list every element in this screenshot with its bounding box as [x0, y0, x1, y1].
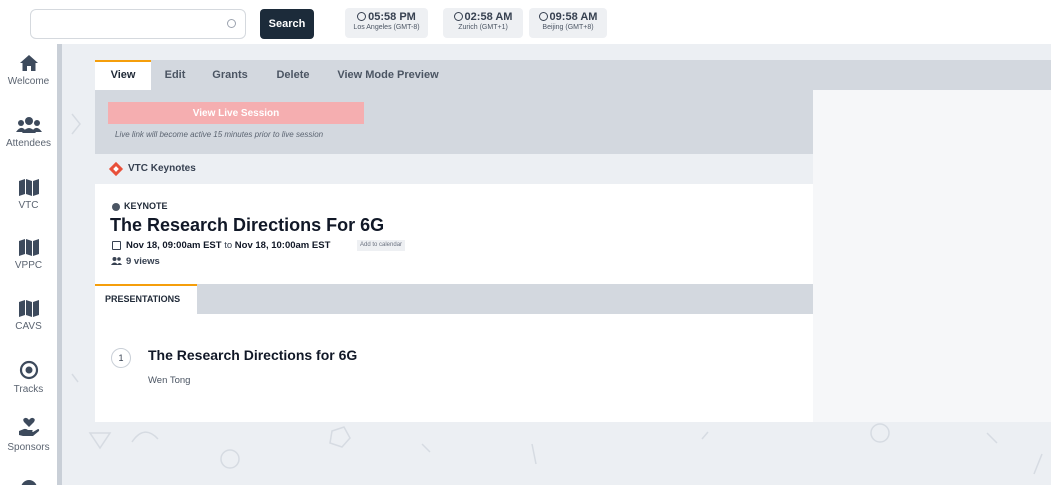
session-type: KEYNOTE	[124, 201, 168, 211]
session-views: 9 views	[126, 256, 160, 267]
presentations-tab-bar: PRESENTATIONS	[95, 284, 813, 314]
clock-beijing: 09:58 AM Beijing (GMT+8)	[529, 8, 607, 38]
clear-icon[interactable]	[227, 19, 236, 28]
track-row[interactable]: VTC Keynotes	[95, 154, 813, 184]
view-live-session-button[interactable]: View Live Session	[108, 102, 364, 124]
sidebar-item-vtc[interactable]: VTC	[0, 178, 57, 211]
sidebar-item-label: Sponsors	[7, 442, 50, 453]
sidebar-item-welcome[interactable]: Welcome	[0, 54, 57, 87]
clock-icon	[538, 12, 548, 21]
sidebar-item-sponsors[interactable]: Sponsors	[0, 416, 57, 453]
users-icon	[111, 257, 122, 265]
home-icon	[19, 55, 38, 71]
calendar-icon	[112, 241, 121, 250]
live-session-area: View Live Session Live link will become …	[95, 90, 813, 154]
sidebar-item-cavs[interactable]: CAVS	[0, 299, 57, 332]
clock-icon	[357, 12, 367, 21]
search-input[interactable]	[31, 10, 211, 38]
diamond-icon	[108, 161, 124, 177]
target-icon	[19, 360, 38, 380]
live-note: Live link will become active 15 minutes …	[115, 130, 324, 139]
tab-bar: View Edit Grants Delete View Mode Previe…	[95, 60, 1051, 90]
tab-view-mode-preview[interactable]: View Mode Preview	[331, 60, 445, 90]
clock-time: 02:58 AM	[464, 11, 513, 23]
map-icon	[18, 179, 39, 196]
top-bar: Search 05:58 PM Los Angeles (GMT-8) 02:5…	[0, 0, 1051, 44]
session-end: Nov 18, 10:00am EST	[234, 240, 331, 251]
sidebar-item-vppc[interactable]: VPPC	[0, 238, 57, 271]
presentations-list: 1 The Research Directions for 6G Wen Ton…	[95, 314, 813, 422]
users-icon	[15, 117, 42, 133]
sidebar-item-label: Tracks	[13, 384, 44, 395]
clock-time: 09:58 AM	[549, 11, 598, 23]
session-header: KEYNOTE The Research Directions For 6G N…	[95, 184, 813, 284]
search-button[interactable]: Search	[260, 9, 314, 39]
track-name[interactable]: VTC Keynotes	[128, 163, 196, 174]
hand-heart-icon	[18, 417, 39, 436]
tab-delete[interactable]: Delete	[265, 60, 321, 90]
presentation-author[interactable]: Wen Tong	[148, 375, 190, 386]
clock-los-angeles: 05:58 PM Los Angeles (GMT-8)	[345, 8, 428, 38]
sidebar-item-label: CAVS	[15, 321, 42, 332]
clock-icon	[453, 12, 463, 21]
map-icon	[18, 239, 39, 256]
date-separator: to	[224, 240, 233, 251]
sidebar: Welcome Attendees VTC VPPC CAVS Tracks S…	[0, 44, 62, 485]
tab-presentations[interactable]: PRESENTATIONS	[95, 284, 197, 314]
tab-view[interactable]: View	[95, 60, 151, 90]
clock-zone: Zurich (GMT+1)	[458, 24, 508, 31]
sidebar-item-label: Attendees	[5, 138, 52, 149]
sidebar-item-tracks[interactable]: Tracks	[0, 360, 57, 395]
sidebar-item-label: Welcome	[7, 76, 50, 87]
session-start: Nov 18, 09:00am EST	[126, 240, 222, 251]
main-content: View Edit Grants Delete View Mode Previe…	[62, 44, 1051, 485]
clock-zone: Los Angeles (GMT-8)	[353, 24, 420, 31]
clock-zone: Beijing (GMT+8)	[542, 24, 594, 31]
sidebar-item-attendees[interactable]: Attendees	[0, 116, 57, 149]
session-title: The Research Directions For 6G	[110, 215, 385, 235]
tab-edit[interactable]: Edit	[155, 60, 195, 90]
sidebar-item-more[interactable]	[0, 478, 57, 485]
right-panel	[813, 60, 1051, 422]
map-icon	[18, 300, 39, 317]
sidebar-item-label: VPPC	[14, 260, 43, 271]
session-date: Nov 18, 09:00am EST to Nov 18, 10:00am E…	[126, 240, 330, 251]
search-box[interactable]	[30, 9, 246, 39]
tab-grants[interactable]: Grants	[203, 60, 257, 90]
sidebar-item-label: VTC	[18, 200, 39, 211]
add-to-calendar-button[interactable]: Add to calendar	[357, 240, 406, 251]
circle-icon	[21, 480, 36, 485]
clock-zurich: 02:58 AM Zurich (GMT+1)	[443, 8, 523, 38]
clock-time: 05:58 PM	[368, 11, 416, 23]
presentation-title[interactable]: The Research Directions for 6G	[148, 347, 357, 363]
session-type-dot-icon	[112, 203, 120, 211]
presentation-number: 1	[111, 348, 131, 368]
